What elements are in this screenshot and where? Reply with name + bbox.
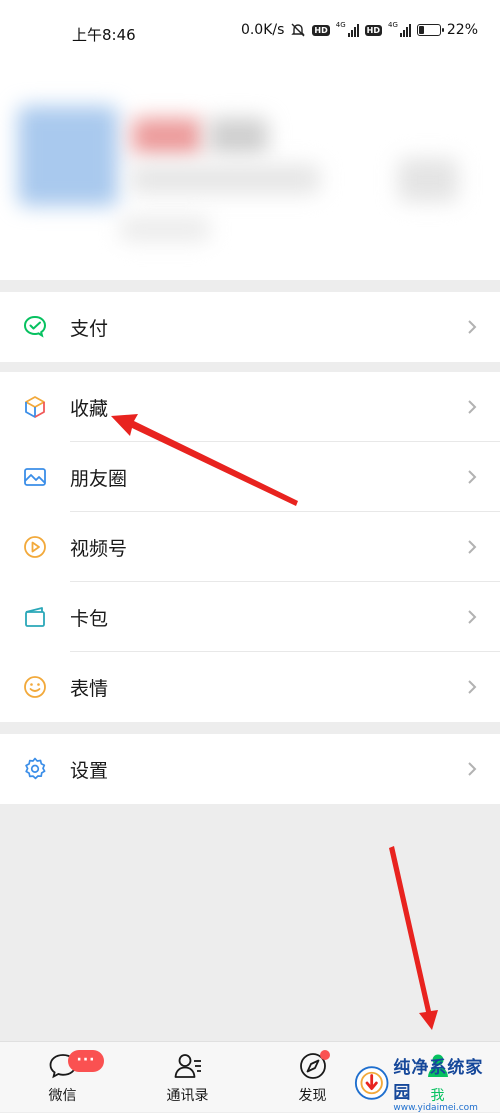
- contacts-icon: [174, 1054, 201, 1078]
- menu-item-label: 收藏: [70, 397, 109, 420]
- signal-icon: [347, 23, 359, 37]
- hd-badge: HD: [364, 24, 382, 36]
- nickname: [208, 118, 268, 154]
- battery-icon: [416, 24, 444, 36]
- new-dot-badge: [320, 1050, 330, 1060]
- wechat-pay-icon: [22, 314, 48, 340]
- watermark-url: www.yidaimei.com: [393, 1103, 478, 1113]
- watermark: 纯净系统家园 www.yidaimei.com: [354, 1057, 494, 1113]
- chevron-right-icon: [468, 762, 477, 776]
- menu-item-stickers[interactable]: 表情: [0, 652, 500, 722]
- menu-item-pay[interactable]: 支付: [0, 292, 500, 362]
- cube-icon: [22, 394, 48, 420]
- mute-icon: [291, 23, 306, 37]
- nickname: [132, 118, 202, 154]
- image-icon: [22, 464, 48, 490]
- menu-item-label: 卡包: [70, 607, 109, 630]
- net-speed: 0.0K/s: [240, 22, 285, 38]
- menu-item-label: 朋友圈: [70, 467, 128, 490]
- hd-badge: HD: [312, 24, 330, 36]
- tab-chats[interactable]: ··· 微信: [0, 1042, 125, 1112]
- menu-item-label: 视频号: [70, 537, 128, 560]
- signal-icon: [399, 23, 411, 37]
- menu-group-settings: 设置: [0, 734, 500, 804]
- menu-item-moments[interactable]: 朋友圈: [0, 442, 500, 512]
- qr-code-icon[interactable]: [398, 158, 458, 202]
- tab-label: 微信: [48, 1088, 77, 1104]
- menu-group-pay: 支付: [0, 292, 500, 362]
- wechat-id: [130, 164, 320, 194]
- status-text: [120, 216, 210, 242]
- watermark-logo: [354, 1066, 389, 1100]
- network-type: 4G: [387, 21, 398, 29]
- gear-icon: [22, 756, 48, 782]
- avatar: [18, 106, 118, 206]
- chevron-right-icon: [468, 400, 477, 414]
- menu-item-settings[interactable]: 设置: [0, 734, 500, 804]
- menu-group-main: 收藏 朋友圈 视频号 卡包 表情: [0, 372, 500, 722]
- chevron-right-icon: [468, 470, 477, 484]
- arrow-to-me-tab: [389, 846, 438, 1030]
- play-circle-icon: [22, 534, 48, 560]
- menu-item-cards[interactable]: 卡包: [0, 582, 500, 652]
- menu-item-label: 表情: [70, 677, 109, 700]
- chevron-right-icon: [468, 540, 477, 554]
- tab-label: 通讯录: [166, 1088, 209, 1104]
- tab-contacts[interactable]: 通讯录: [125, 1042, 250, 1112]
- watermark-title: 纯净系统家园: [393, 1058, 484, 1103]
- menu-item-label: 支付: [70, 317, 109, 340]
- menu-item-label: 设置: [70, 759, 109, 782]
- status-bar: 上午8:46 0.0K/s HD 4G HD 4G 22%: [0, 0, 500, 68]
- unread-badge: ···: [68, 1050, 104, 1072]
- menu-item-favorites[interactable]: 收藏: [0, 372, 500, 442]
- menu-item-channels[interactable]: 视频号: [0, 512, 500, 582]
- tab-label: 发现: [298, 1088, 327, 1104]
- network-type: 4G: [335, 21, 346, 29]
- status-time: 上午8:46: [72, 26, 136, 44]
- chevron-right-icon: [468, 610, 477, 624]
- chevron-right-icon: [468, 680, 477, 694]
- chevron-right-icon: [468, 320, 477, 334]
- status-indicators: 0.0K/s HD 4G HD 4G 22%: [240, 21, 478, 38]
- card-icon: [22, 604, 48, 630]
- battery-level: 22%: [446, 22, 478, 38]
- profile-header[interactable]: [0, 68, 500, 280]
- smiley-icon: [22, 674, 48, 700]
